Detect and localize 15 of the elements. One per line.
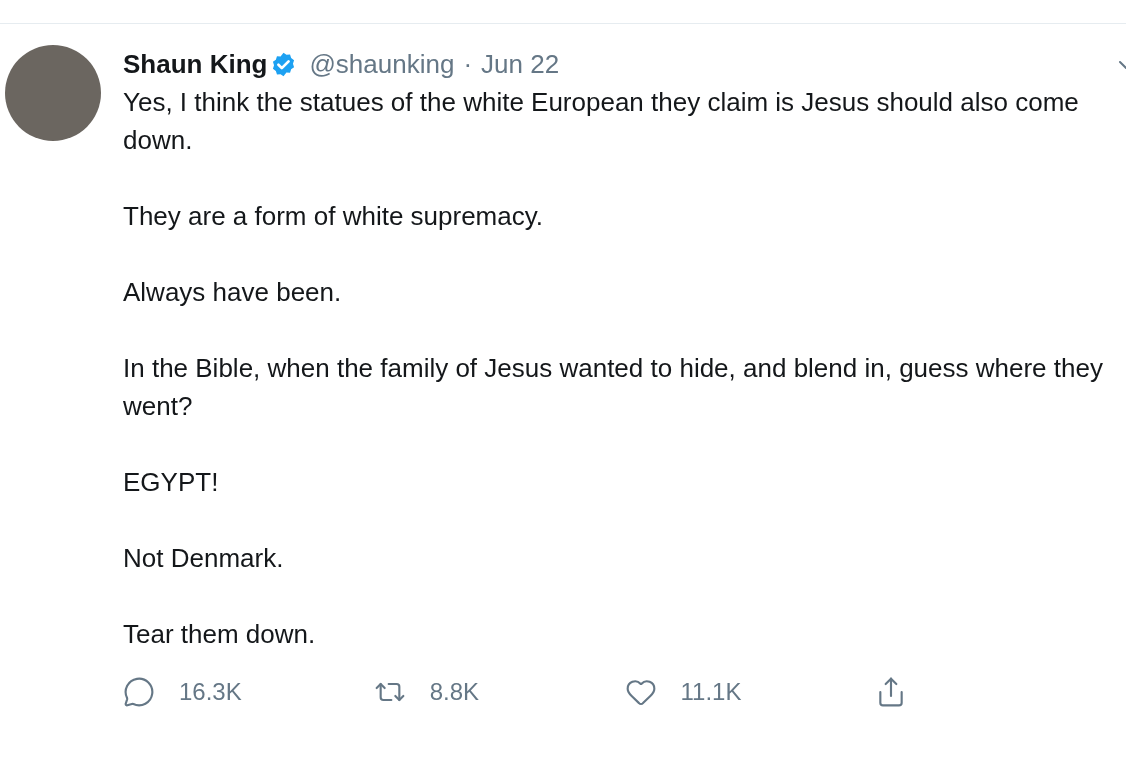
tweet-paragraph: Not Denmark. [123, 542, 285, 575]
action-count: 16.3K [179, 677, 242, 707]
action-count: 8.8K [429, 677, 480, 707]
speech-bubble-icon[interactable] [123, 676, 155, 708]
author-name[interactable]: Shaun King [123, 44, 268, 84]
tweet-paragraph: EGYPT! [123, 466, 220, 499]
separator: · [463, 47, 473, 81]
tweet-date[interactable]: Jun 22 [481, 44, 560, 84]
tweet-paragraph: They are a form of white supremacy. [123, 200, 544, 233]
tweet-paragraph: Always have been. [123, 276, 343, 309]
tweet-paragraph: In the Bible, when the family of Jesus wanted to hide, and blend in, guess where they went? [123, 352, 1104, 423]
action-count: 11.1K [680, 677, 742, 707]
tweet-paragraph: Yes, I think the statues of the white European they claim is Jesus should also come down. [123, 86, 1080, 157]
tweet-paragraph: Tear them down. [123, 618, 317, 651]
author-handle[interactable]: @shaunking [309, 44, 455, 84]
